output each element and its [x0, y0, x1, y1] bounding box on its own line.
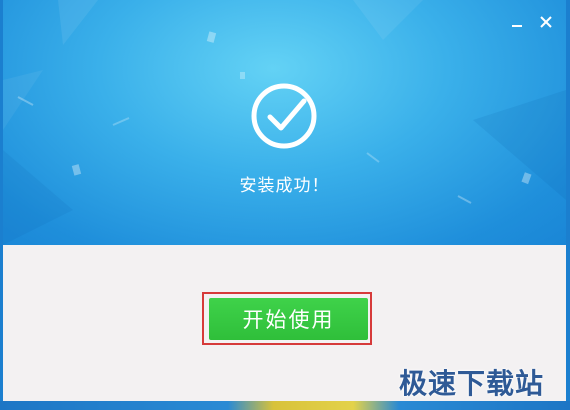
installer-window: 安装成功！ 开始使用 极速下载站 — [3, 0, 566, 401]
install-success-message: 安装成功！ — [239, 176, 330, 196]
desktop-edge-right — [566, 0, 570, 410]
watermark-text: 极速下载站 — [399, 367, 545, 400]
check-circle-icon — [251, 83, 317, 149]
close-icon — [540, 16, 552, 28]
success-banner: 安装成功！ — [3, 0, 566, 245]
close-button[interactable] — [536, 12, 556, 32]
desktop-background-strip — [0, 401, 570, 410]
start-using-button[interactable]: 开始使用 — [209, 298, 368, 340]
minimize-button[interactable] — [507, 12, 527, 32]
minimize-icon — [512, 25, 522, 27]
